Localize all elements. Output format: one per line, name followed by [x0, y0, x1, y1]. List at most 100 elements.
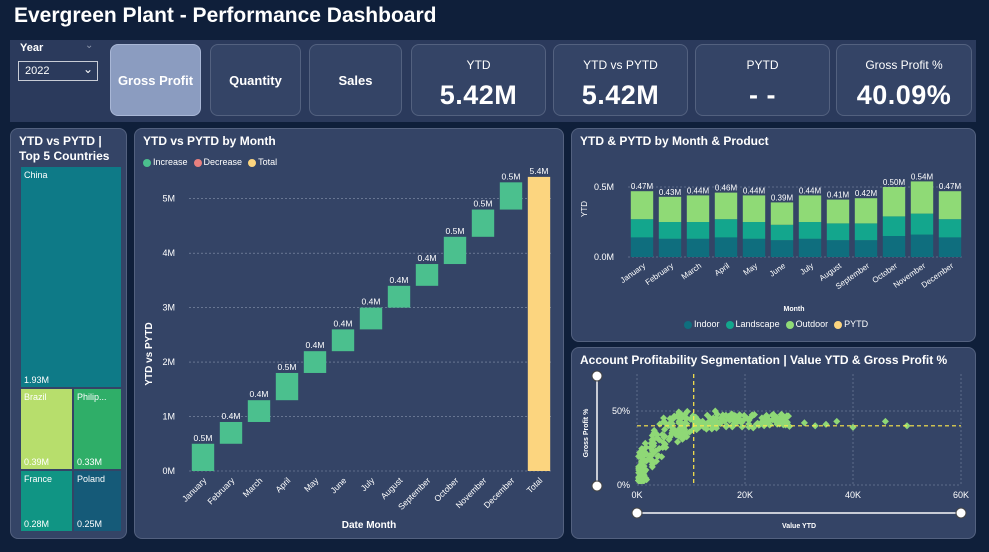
stacked-bar-segment [770, 224, 794, 241]
waterfall-bar [275, 372, 299, 401]
slicer-collapse-icon[interactable]: ⌄ [85, 40, 93, 51]
kpi-label: Gross Profit % [865, 58, 943, 72]
legend-item-landscape[interactable]: Landscape [725, 319, 780, 329]
stacked-bar-segment [938, 237, 962, 257]
data-label: 0.46M [715, 184, 738, 193]
stacked-bar-segment [630, 237, 654, 257]
data-label: 0.54M [911, 172, 934, 181]
data-label: 5.4M [530, 166, 549, 176]
x-tick-label: August [379, 475, 405, 501]
data-label: 0.4M [334, 318, 353, 328]
data-label: 0.42M [855, 189, 878, 198]
kpi-card-ytd: YTD 5.42M [411, 44, 546, 116]
waterfall-bar [471, 209, 495, 237]
year-dropdown[interactable]: 2022 ⌄ [18, 61, 98, 81]
x-tick-label: June [328, 475, 348, 495]
x-tick-label: April [273, 475, 292, 494]
stacked-bar-segment [882, 187, 906, 217]
x-tick-label: May [302, 475, 321, 494]
y-tick-label: 3M [162, 303, 175, 313]
legend-label: Landscape [735, 319, 780, 329]
kpi-card-gross-profit-pct: Gross Profit % 40.09% [836, 44, 972, 116]
x-tick-label: 60K [953, 490, 969, 500]
treemap-tile-china[interactable]: China 1.93M [20, 166, 122, 388]
stacked-bar-segment [826, 199, 850, 224]
data-label: 0.5M [194, 433, 213, 443]
y-zoom-handle-top[interactable] [591, 370, 603, 382]
kpi-card-ytd-vs-pytd: YTD vs PYTD 5.42M [553, 44, 688, 116]
stacked-bar-segment [798, 222, 822, 239]
tile-value: 0.28M [24, 519, 50, 529]
stacked-bar-segment [938, 191, 962, 220]
x-tick-label: February [644, 261, 675, 287]
y-tick-label: 0% [617, 480, 630, 490]
treemap-tile-poland[interactable]: Poland 0.25M [73, 470, 122, 532]
stacked-bar-segment [910, 181, 934, 214]
kpi-label: YTD [466, 58, 491, 72]
gross-profit-button[interactable]: Gross Profit [110, 44, 201, 116]
x-tick-label: 40K [845, 490, 861, 500]
stacked-bar-panel: YTD & PYTD by Month & Product 0.0M 0.5M YT… [571, 128, 976, 342]
waterfall-bar [247, 400, 271, 422]
sales-button[interactable]: Sales [309, 44, 402, 116]
x-tick-label: March [680, 261, 703, 281]
y-tick-label: 4M [162, 248, 175, 258]
scatter-point [738, 423, 746, 431]
y-tick-label: 2M [162, 357, 175, 367]
kpi-card-pytd: PYTD - - [695, 44, 830, 116]
legend-item-pytd[interactable]: PYTD [834, 319, 868, 329]
data-label: 0.47M [631, 182, 654, 191]
x-axis-title: Value YTD [782, 523, 816, 530]
stacked-bar-segment [714, 192, 738, 220]
year-dropdown-value: 2022 [25, 65, 50, 77]
stacked-bar-segment [854, 240, 878, 257]
stacked-bar-segment [742, 195, 766, 222]
y-tick-label: 0.5M [594, 182, 614, 192]
x-tick-label: Total [525, 475, 545, 495]
x-zoom-handle-right[interactable] [955, 507, 967, 519]
data-label: 0.39M [771, 193, 794, 202]
y-tick-label: 50% [612, 406, 630, 416]
data-label: 0.5M [278, 362, 297, 372]
legend-label: PYTD [844, 319, 869, 329]
kpi-label: YTD vs PYTD [583, 58, 658, 72]
treemap-title-line1: YTD vs PYTD | [19, 134, 102, 148]
waterfall-chart: 0M1M2M3M4M5M0.5MJanuary0.4MFebruary0.4MM… [144, 166, 553, 531]
stacked-bar-segment [882, 216, 906, 236]
data-label: 0.4M [362, 297, 381, 307]
scatter-panel: Account Profitability Segmentation | Val… [571, 347, 976, 539]
stacked-bar-segment [770, 202, 794, 225]
stacked-bar-segment [826, 223, 850, 241]
x-tick-label: January [619, 261, 647, 285]
legend-item-outdoor[interactable]: Outdoor [785, 319, 828, 329]
x-axis-title: Month [784, 306, 805, 313]
stacked-bar-segment [658, 238, 682, 257]
treemap-title-line2: Top 5 Countries [19, 149, 110, 163]
y-zoom-handle-bottom[interactable] [591, 480, 603, 492]
x-tick-label: March [241, 475, 265, 499]
treemap-tile-france[interactable]: France 0.28M [20, 470, 73, 532]
x-tick-label: 0K [631, 490, 642, 500]
waterfall-bar [219, 421, 243, 444]
stacked-bar-segment [798, 195, 822, 222]
stacked-bar-segment [658, 196, 682, 222]
treemap-tile-philippines[interactable]: Philip... 0.33M [73, 388, 122, 470]
waterfall-bar [499, 182, 523, 210]
stacked-bar-segment [854, 198, 878, 224]
data-label: 0.4M [418, 253, 437, 263]
stacked-bar-chart: 0.0M 0.5M YTD 0.47M January 0.43M February 0.44… [580, 172, 964, 313]
x-zoom-handle-left[interactable] [631, 507, 643, 519]
tile-name: Poland [77, 474, 106, 484]
stacked-bar-segment [798, 238, 822, 257]
treemap-tile-brazil[interactable]: Brazil 0.39M [20, 388, 73, 470]
kpi-value: 5.42M [581, 80, 660, 110]
x-tick-label: December [920, 261, 956, 290]
waterfall-bar [443, 236, 467, 265]
waterfall-bar [303, 351, 327, 373]
legend-dot-icon [834, 320, 843, 329]
quantity-button[interactable]: Quantity [210, 44, 301, 116]
scatter-point [849, 423, 857, 431]
data-label: 0.4M [306, 340, 325, 350]
stacked-bar-segment [630, 191, 654, 220]
legend-item-indoor[interactable]: Indoor [684, 319, 720, 329]
